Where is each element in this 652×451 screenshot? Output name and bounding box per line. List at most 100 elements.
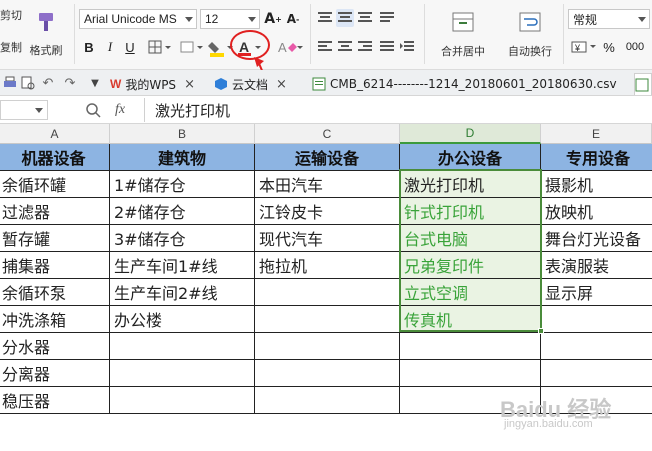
quick-access-dropdown-icon[interactable]: ▼ bbox=[88, 75, 102, 91]
table-cell[interactable] bbox=[541, 360, 652, 387]
increase-font-icon[interactable]: A + bbox=[264, 10, 282, 28]
column-header-b[interactable]: B bbox=[110, 124, 255, 144]
table-cell[interactable]: 暂存罐 bbox=[0, 225, 110, 252]
table-cell[interactable]: 现代汽车 bbox=[255, 225, 400, 252]
table-cell[interactable]: 过滤器 bbox=[0, 198, 110, 225]
header-cell[interactable]: 专用设备 bbox=[541, 144, 652, 171]
orientation-icon[interactable] bbox=[378, 9, 396, 27]
table-cell[interactable] bbox=[255, 360, 400, 387]
tab-cloud-docs[interactable]: 云文档 × bbox=[214, 73, 300, 95]
align-middle-icon[interactable] bbox=[336, 9, 354, 27]
table-cell[interactable]: 本田汽车 bbox=[255, 171, 400, 198]
formula-input[interactable]: 激光打印机 bbox=[144, 98, 652, 122]
percent-icon[interactable]: % bbox=[600, 38, 618, 56]
align-center-icon[interactable] bbox=[336, 38, 354, 56]
table-cell[interactable]: 拖拉机 bbox=[255, 252, 400, 279]
table-cell[interactable]: 针式打印机 bbox=[400, 198, 541, 225]
italic-icon[interactable]: I bbox=[101, 38, 119, 56]
table-cell[interactable]: 余循环罐 bbox=[0, 171, 110, 198]
header-cell[interactable]: 机器设备 bbox=[0, 144, 110, 171]
table-cell[interactable]: 捕集器 bbox=[0, 252, 110, 279]
merge-center-button[interactable]: 合并居中 bbox=[430, 6, 496, 64]
table-cell[interactable]: 生产车间1#线 bbox=[110, 252, 255, 279]
table-cell[interactable]: 分水器 bbox=[0, 333, 110, 360]
table-cell[interactable]: 兄弟复印件 bbox=[400, 252, 541, 279]
table-cell[interactable]: 表演服装 bbox=[541, 252, 652, 279]
currency-icon[interactable]: ¥ bbox=[570, 38, 598, 56]
table-cell[interactable] bbox=[400, 333, 541, 360]
header-cell[interactable]: 办公设备 bbox=[400, 144, 541, 171]
decrease-font-icon[interactable]: A- bbox=[284, 10, 302, 28]
table-cell[interactable] bbox=[541, 306, 652, 333]
wrap-text-label: 自动换行 bbox=[508, 45, 552, 58]
border-icon[interactable] bbox=[146, 38, 174, 56]
table-cell[interactable]: 2#储存仓 bbox=[110, 198, 255, 225]
column-header-a[interactable]: A bbox=[0, 124, 110, 144]
table-cell[interactable]: 3#储存仓 bbox=[110, 225, 255, 252]
align-left-icon[interactable] bbox=[316, 38, 334, 56]
baidu-watermark-url: jingyan.baidu.com bbox=[504, 418, 593, 430]
indent-icon[interactable] bbox=[398, 38, 416, 56]
header-cell[interactable]: 建筑物 bbox=[110, 144, 255, 171]
tab-csv-file[interactable]: CMB_6214--------1214_20180601_20180630.c… bbox=[312, 73, 630, 95]
redo-icon[interactable]: ↷ bbox=[62, 75, 78, 91]
header-cell[interactable]: 运输设备 bbox=[255, 144, 400, 171]
undo-icon[interactable]: ↶ bbox=[40, 75, 56, 91]
number-format-select[interactable]: 常规 bbox=[568, 9, 650, 29]
thousands-separator-icon[interactable]: 000 bbox=[622, 38, 648, 56]
table-cell[interactable]: 舞台灯光设备 bbox=[541, 225, 652, 252]
format-painter-button[interactable]: 格式刷 bbox=[26, 4, 66, 64]
table-cell[interactable] bbox=[110, 360, 255, 387]
table-cell[interactable]: 冲洗涤箱 bbox=[0, 306, 110, 333]
table-cell[interactable]: 办公楼 bbox=[110, 306, 255, 333]
table-cell[interactable]: 传真机 bbox=[400, 306, 541, 333]
merge-cells-small-icon[interactable] bbox=[178, 38, 206, 56]
insert-function-button[interactable]: fx bbox=[110, 101, 130, 119]
align-bottom-icon[interactable] bbox=[356, 9, 374, 27]
tab-my-wps[interactable]: W 我的WPS × bbox=[110, 73, 202, 95]
table-cell[interactable]: 台式电脑 bbox=[400, 225, 541, 252]
table-cell[interactable]: 激光打印机 bbox=[400, 171, 541, 198]
close-icon[interactable]: × bbox=[184, 77, 195, 92]
name-box[interactable] bbox=[0, 100, 48, 120]
table-cell[interactable]: 显示屏 bbox=[541, 279, 652, 306]
table-cell[interactable] bbox=[255, 387, 400, 414]
print-icon[interactable] bbox=[2, 75, 18, 91]
table-cell[interactable] bbox=[255, 333, 400, 360]
bold-icon[interactable]: B bbox=[80, 38, 98, 56]
align-top-icon[interactable] bbox=[316, 9, 334, 27]
close-icon[interactable]: × bbox=[276, 77, 287, 92]
table-cell[interactable]: 生产车间2#线 bbox=[110, 279, 255, 306]
table-cell[interactable] bbox=[255, 306, 400, 333]
table-cell[interactable] bbox=[400, 360, 541, 387]
table-cell[interactable]: 稳压器 bbox=[0, 387, 110, 414]
table-cell[interactable]: 摄影机 bbox=[541, 171, 652, 198]
copy-label: 复制 bbox=[0, 41, 22, 54]
table-cell[interactable]: 立式空调 bbox=[400, 279, 541, 306]
column-header-e[interactable]: E bbox=[541, 124, 652, 144]
font-name-select[interactable]: Arial Unicode MS bbox=[79, 9, 197, 29]
table-cell[interactable] bbox=[110, 333, 255, 360]
table-cell[interactable] bbox=[541, 333, 652, 360]
column-header-d[interactable]: D bbox=[400, 124, 541, 144]
justify-icon[interactable] bbox=[378, 38, 396, 56]
table-cell[interactable]: 江铃皮卡 bbox=[255, 198, 400, 225]
table-cell[interactable]: 1#储存仓 bbox=[110, 171, 255, 198]
table-cell[interactable] bbox=[110, 387, 255, 414]
table-cell[interactable]: 放映机 bbox=[541, 198, 652, 225]
align-right-icon[interactable] bbox=[356, 38, 374, 56]
table-cell[interactable]: 分离器 bbox=[0, 360, 110, 387]
copy-button[interactable]: 复制 bbox=[0, 36, 22, 58]
underline-icon[interactable]: U bbox=[121, 38, 139, 56]
font-size-select[interactable]: 12 bbox=[200, 9, 260, 29]
print-preview-icon[interactable] bbox=[20, 75, 36, 91]
fill-handle[interactable] bbox=[538, 328, 544, 334]
tab-active-workbook[interactable] bbox=[634, 73, 652, 95]
wrap-text-button[interactable]: 自动换行 bbox=[500, 6, 560, 64]
table-cell[interactable] bbox=[255, 279, 400, 306]
column-header-c[interactable]: C bbox=[255, 124, 400, 144]
table-cell[interactable]: 余循环泵 bbox=[0, 279, 110, 306]
zoom-function-icon[interactable] bbox=[84, 101, 102, 119]
cut-button[interactable]: 剪切 bbox=[0, 4, 22, 26]
spreadsheet-file-icon bbox=[312, 77, 326, 91]
